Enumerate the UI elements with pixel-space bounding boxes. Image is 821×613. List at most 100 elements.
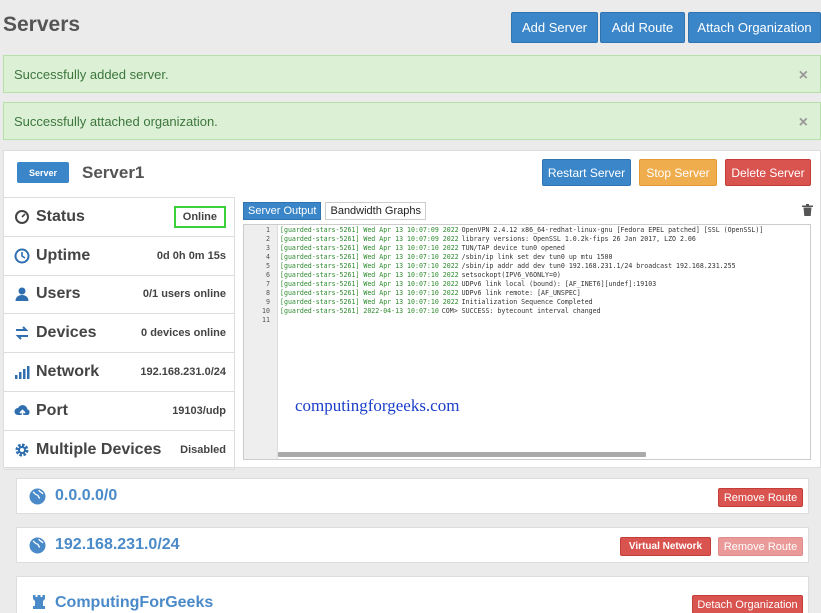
user-icon <box>13 285 31 303</box>
globe-icon <box>29 488 46 510</box>
log-line: 10 [guarded-stars-5261] 2022-04-13 10:07:… <box>244 307 810 316</box>
log-message: library versions: OpenSSL 1.0.2k-fips 26… <box>461 235 696 243</box>
stat-label: Devices <box>36 324 97 342</box>
stat-label: Network <box>36 363 100 381</box>
log-prefix: [guarded-stars-5261] Wed Apr 13 10:07:10… <box>280 271 459 279</box>
remove-route-button[interactable]: Remove Route <box>718 488 803 507</box>
line-number: 4 <box>266 253 270 261</box>
log-prefix: [guarded-stars-5261] Wed Apr 13 10:07:09… <box>280 226 459 234</box>
line-number: 1 <box>266 226 270 234</box>
gear-icon <box>13 441 31 459</box>
detach-organization-button[interactable]: Detach Organization <box>692 595 803 613</box>
stat-network: Network 192.168.231.0/24 <box>4 353 234 392</box>
log-line: 4 [guarded-stars-5261] Wed Apr 13 10:07:1… <box>244 253 810 262</box>
stat-label: Uptime <box>36 246 91 264</box>
organization-label: ComputingForGeeks <box>55 594 214 611</box>
log-prefix: [guarded-stars-5261] Wed Apr 13 10:07:09… <box>280 235 459 243</box>
stat-value: 19103/udp <box>172 404 226 417</box>
stop-server-button[interactable]: Stop Server <box>639 159 717 186</box>
stat-label: Users <box>36 285 81 303</box>
log-prefix: [guarded-stars-5261] Wed Apr 13 10:07:10… <box>280 280 459 288</box>
close-icon[interactable]: × <box>799 114 808 132</box>
tab-bandwidth-graphs[interactable]: Bandwidth Graphs <box>325 202 426 220</box>
server-panel: Server Server1 Restart Server Stop Serve… <box>3 150 821 470</box>
server-name: Server1 <box>82 163 145 182</box>
stat-port: Port 19103/udp <box>4 392 234 431</box>
stat-uptime: Uptime 0d 0h 0m 15s <box>4 237 234 276</box>
stat-value: 0 devices online <box>141 327 226 340</box>
line-number: 10 <box>262 307 270 315</box>
stat-users: Users 0/1 users online <box>4 276 234 315</box>
log-prefix: [guarded-stars-5261] Wed Apr 13 10:07:10… <box>280 298 459 306</box>
route-label: 192.168.231.0/24 <box>55 536 180 553</box>
server-stats-list: Status Online Uptime 0d 0h 0m 15s Users … <box>4 197 235 470</box>
log-line: 8 [guarded-stars-5261] Wed Apr 13 10:07:1… <box>244 289 810 298</box>
log-prefix: [guarded-stars-5261] Wed Apr 13 10:07:10… <box>280 262 459 270</box>
delete-server-button[interactable]: Delete Server <box>725 159 811 186</box>
stat-value: 192.168.231.0/24 <box>140 366 226 379</box>
line-number: 3 <box>266 244 270 252</box>
log-message: TUN/TAP device tun0 opened <box>461 244 565 252</box>
line-number: 11 <box>262 316 270 324</box>
route-label: 0.0.0.0/0 <box>55 487 118 504</box>
alert-success: Successfully attached organization. × <box>3 102 821 140</box>
log-line: 9 [guarded-stars-5261] Wed Apr 13 10:07:1… <box>244 298 810 307</box>
line-number: 2 <box>266 235 270 243</box>
remove-route-button[interactable]: Remove Route <box>718 537 803 556</box>
line-number: 7 <box>266 280 270 288</box>
devices-icon <box>13 324 31 342</box>
speedometer-icon <box>13 208 31 226</box>
line-number: 5 <box>266 262 270 270</box>
watermark-text: computingforgeeks.com <box>295 396 460 415</box>
server-badge: Server <box>17 162 69 183</box>
line-number: 8 <box>266 289 270 297</box>
log-message: UDPv6 link local (bound): [AF_INET6][und… <box>461 280 657 288</box>
log-prefix: [guarded-stars-5261] Wed Apr 13 10:07:10… <box>280 244 459 252</box>
log-line: 3 [guarded-stars-5261] Wed Apr 13 10:07:1… <box>244 244 810 253</box>
log-line: 6 [guarded-stars-5261] Wed Apr 13 10:07:1… <box>244 271 810 280</box>
page-title: Servers <box>3 13 81 36</box>
restart-server-button[interactable]: Restart Server <box>542 159 631 186</box>
add-server-button[interactable]: Add Server <box>511 12 598 43</box>
stat-status: Status Online <box>4 198 234 237</box>
horizontal-scrollbar[interactable] <box>278 452 646 457</box>
clock-icon <box>13 247 31 265</box>
stat-value: 0/1 users online <box>142 288 226 301</box>
stat-multiple-devices: Multiple Devices Disabled <box>4 431 234 470</box>
trash-icon[interactable] <box>802 203 813 221</box>
alert-text: Successfully attached organization. <box>14 114 218 129</box>
log-message: UDPv6 link remote: [AF_UNSPEC] <box>461 289 581 297</box>
status-badge: Online <box>173 205 226 228</box>
tab-server-output[interactable]: Server Output <box>243 202 322 220</box>
log-prefix: [guarded-stars-5261] Wed Apr 13 10:07:10… <box>280 289 459 297</box>
signal-icon <box>13 363 31 381</box>
log-lines: 1 [guarded-stars-5261] Wed Apr 13 10:07:0… <box>244 226 810 325</box>
upload-cloud-icon <box>13 402 31 420</box>
stat-label: Status <box>36 207 85 225</box>
close-icon[interactable]: × <box>799 67 808 85</box>
line-number: 9 <box>266 298 270 306</box>
rook-icon <box>32 594 46 613</box>
log-line: 2 [guarded-stars-5261] Wed Apr 13 10:07:0… <box>244 235 810 244</box>
log-line: 11 <box>244 316 810 325</box>
stat-label: Multiple Devices <box>36 440 162 458</box>
stat-devices: Devices 0 devices online <box>4 314 234 354</box>
stat-label: Port <box>36 401 68 419</box>
attach-organization-button[interactable]: Attach Organization <box>688 12 821 43</box>
add-route-button[interactable]: Add Route <box>600 12 685 43</box>
stat-value: 0d 0h 0m 15s <box>156 249 226 262</box>
route-panel: 192.168.231.0/24 Virtual Network Remove … <box>16 527 809 563</box>
log-prefix: [guarded-stars-5261] Wed Apr 13 10:07:10… <box>280 253 459 261</box>
log-message: setsockopt(IPV6_V6ONLY=0) <box>461 271 561 279</box>
virtual-network-badge: Virtual Network <box>620 537 711 556</box>
server-output-log[interactable]: 1 [guarded-stars-5261] Wed Apr 13 10:07:0… <box>243 224 811 460</box>
alert-text: Successfully added server. <box>14 67 169 82</box>
globe-icon <box>29 537 46 559</box>
output-tabs: Server Output Bandwidth Graphs <box>243 202 426 220</box>
route-panel: 0.0.0.0/0 Remove Route <box>16 478 809 514</box>
organization-panel: ComputingForGeeks Detach Organization <box>16 576 809 613</box>
log-line: 7 [guarded-stars-5261] Wed Apr 13 10:07:1… <box>244 280 810 289</box>
log-line: 5 [guarded-stars-5261] Wed Apr 13 10:07:1… <box>244 262 810 271</box>
log-message: OpenVPN 2.4.12 x86_64-redhat-linux-gnu [… <box>461 226 764 234</box>
log-message: Initialization Sequence Completed <box>461 298 593 306</box>
